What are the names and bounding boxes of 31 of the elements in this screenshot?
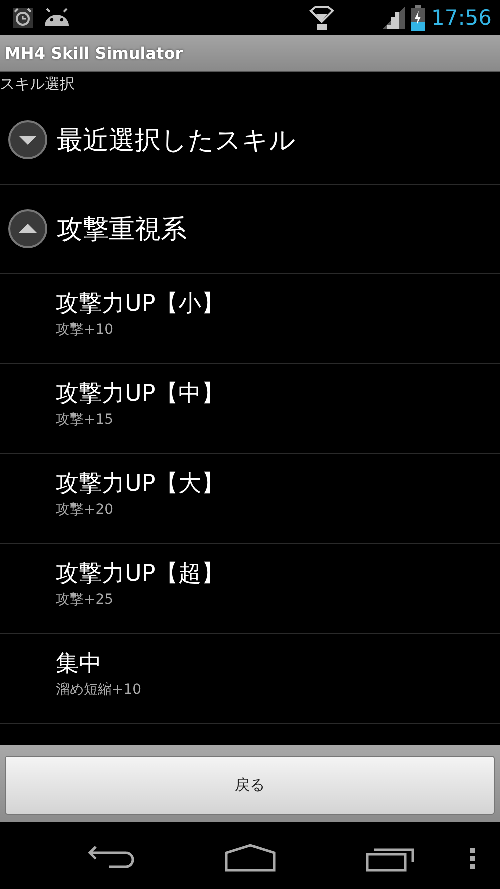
skill-effect: 攻撃+10 bbox=[56, 321, 114, 340]
home-icon[interactable] bbox=[225, 844, 276, 872]
skill-item[interactable]: 攻撃力UP【大】 攻撃+20 bbox=[0, 454, 500, 544]
skill-name: 攻撃力UP【大】 bbox=[56, 470, 225, 499]
expand-icon[interactable] bbox=[8, 120, 48, 160]
skill-effect: 攻撃+20 bbox=[56, 501, 114, 520]
group-header[interactable]: 最近選択したスキル bbox=[57, 122, 296, 158]
screen-subtitle: スキル選択 bbox=[0, 74, 76, 95]
clock-time: 17:56 bbox=[431, 6, 492, 30]
signal-icon bbox=[383, 6, 408, 28]
skill-name: 攻撃力UP【超】 bbox=[56, 560, 225, 589]
back-icon[interactable] bbox=[88, 844, 135, 871]
skill-name: 攻撃力UP【小】 bbox=[56, 290, 225, 319]
collapse-icon[interactable] bbox=[8, 209, 48, 249]
app-title-bar: MH4 Skill Simulator bbox=[0, 35, 500, 72]
android-icon bbox=[44, 8, 70, 28]
skill-item[interactable]: 集中 溜め短縮+10 bbox=[0, 634, 500, 724]
skill-item[interactable]: 攻撃力UP【中】 攻撃+15 bbox=[0, 364, 500, 454]
skill-effect: 攻撃+15 bbox=[56, 411, 114, 430]
group-header[interactable]: 攻撃重視系 bbox=[57, 212, 187, 246]
alarm-clock-icon bbox=[12, 6, 34, 28]
overflow-menu-icon[interactable] bbox=[470, 848, 475, 869]
battery-icon bbox=[411, 4, 426, 30]
skill-item[interactable]: 攻撃力UP【小】 攻撃+10 bbox=[0, 274, 500, 364]
skill-item[interactable]: 攻撃力UP【超】 攻撃+25 bbox=[0, 544, 500, 634]
back-button[interactable]: 戻る bbox=[5, 756, 495, 815]
skill-effect: 溜め短縮+10 bbox=[56, 681, 142, 700]
skill-name: 集中 bbox=[56, 650, 102, 679]
skill-effect: 攻撃+25 bbox=[56, 591, 114, 610]
download-icon bbox=[309, 4, 336, 30]
skill-name: 攻撃力UP【中】 bbox=[56, 380, 225, 409]
